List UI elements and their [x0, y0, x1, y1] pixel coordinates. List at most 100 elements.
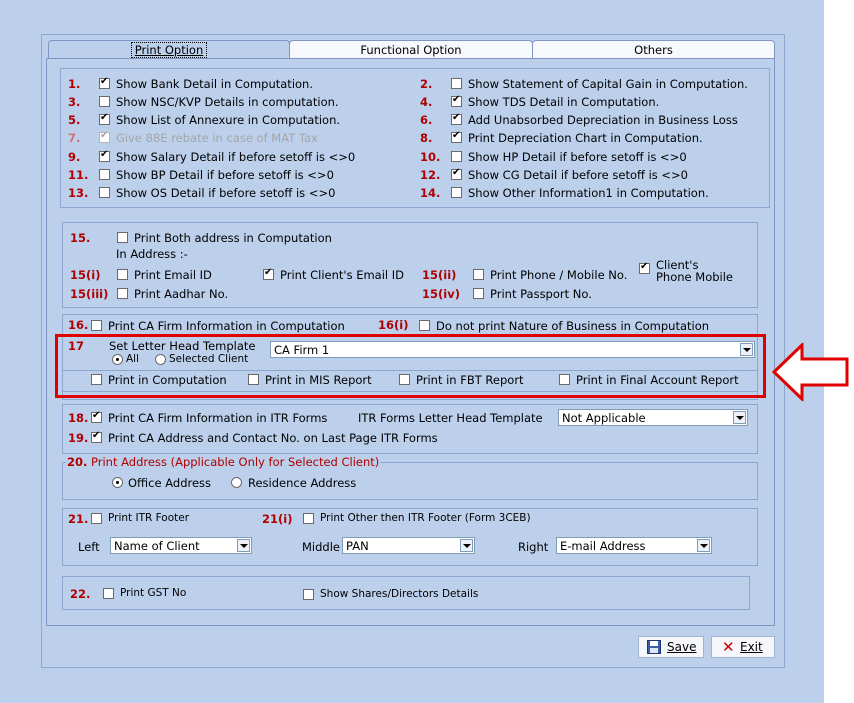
item-number: 16(i) [378, 318, 409, 332]
office-address-radio[interactable] [112, 477, 123, 488]
itr-template-dropdown[interactable]: Not Applicable [558, 409, 748, 426]
show-other-information-label: Show Other Information1 in Computation. [468, 186, 709, 200]
add-unabsorbed-depreciation-checkbox[interactable] [451, 112, 462, 125]
print-email-id-checkbox[interactable] [117, 269, 128, 280]
print-ca-firm-info-checkbox[interactable] [91, 320, 102, 331]
itr-template-value: Not Applicable [562, 411, 646, 425]
item-number: 19. [68, 431, 89, 445]
item-number: 18. [68, 411, 89, 425]
item-number: 7. [68, 131, 81, 145]
item-number: 8. [420, 131, 433, 145]
residence-address-label: Residence Address [248, 476, 357, 490]
item-number: 15(i) [70, 268, 101, 282]
item-number: 14. [420, 186, 441, 200]
give-88e-rebate-label: Give 88E rebate in case of MAT Tax [116, 131, 318, 145]
print-other-footer-label: Print Other then ITR Footer (Form 3CEB) [320, 512, 531, 524]
itr-template-label: ITR Forms Letter Head Template [358, 411, 543, 425]
print-ca-address-checkbox[interactable] [91, 430, 102, 443]
tab-print-option[interactable]: Print Option [48, 40, 290, 60]
add-unabsorbed-depreciation-label: Add Unabsorbed Depreciation in Business … [468, 113, 738, 127]
show-nsc-kvp-label: Show NSC/KVP Details in computation. [116, 95, 339, 109]
tab-functional-option[interactable]: Functional Option [289, 40, 533, 59]
item-number: 10. [420, 150, 441, 164]
chevron-down-icon[interactable] [733, 411, 746, 424]
left-label: Left [78, 540, 100, 554]
tab-others[interactable]: Others [532, 40, 775, 59]
print-ca-firm-itr-checkbox[interactable] [91, 410, 102, 423]
print-client-email-checkbox[interactable] [263, 267, 274, 280]
show-shares-directors-checkbox[interactable] [303, 589, 314, 600]
item-number: 13. [68, 186, 89, 200]
show-annexure-checkbox[interactable] [99, 112, 110, 125]
chevron-down-icon[interactable] [237, 539, 250, 552]
item-number: 21. [68, 512, 89, 526]
print-depreciation-chart-label: Print Depreciation Chart in Computation. [468, 131, 703, 145]
chevron-down-icon[interactable] [697, 539, 710, 552]
give-88e-rebate-checkbox [99, 130, 110, 143]
pointer-arrow-icon [772, 343, 849, 401]
print-both-address-checkbox[interactable] [117, 232, 128, 243]
exit-button[interactable]: ✕ Exit [711, 636, 775, 658]
print-itr-footer-checkbox[interactable] [91, 513, 102, 524]
print-other-footer-checkbox[interactable] [303, 513, 314, 524]
item-number: 9. [68, 150, 81, 164]
show-nsc-kvp-checkbox[interactable] [99, 96, 110, 107]
exit-button-label: Exit [740, 640, 763, 654]
print-ca-firm-info-label: Print CA Firm Information in Computation [108, 319, 345, 333]
right-label: Right [518, 540, 549, 554]
print-aadhar-label: Print Aadhar No. [134, 287, 229, 301]
show-hp-detail-label: Show HP Detail if before setoff is <>0 [468, 150, 687, 164]
show-bp-detail-checkbox[interactable] [99, 169, 110, 180]
item-number: 2. [420, 77, 433, 91]
item-number: 6. [420, 113, 433, 127]
show-tds-detail-checkbox[interactable] [451, 94, 462, 107]
print-passport-checkbox[interactable] [473, 288, 484, 299]
show-capital-gain-checkbox[interactable] [451, 78, 462, 89]
client-phone-mobile-checkbox[interactable] [639, 261, 650, 274]
no-nature-of-business-checkbox[interactable] [419, 320, 430, 331]
show-os-detail-checkbox[interactable] [99, 187, 110, 198]
print-phone-label: Print Phone / Mobile No. [490, 268, 628, 282]
left-footer-dropdown[interactable]: Name of Client [110, 537, 252, 554]
right-footer-dropdown[interactable]: E-mail Address [556, 537, 712, 554]
show-bp-detail-label: Show BP Detail if before setoff is <>0 [116, 168, 334, 182]
print-aadhar-checkbox[interactable] [117, 288, 128, 299]
save-button[interactable]: Save [638, 636, 704, 658]
highlight-box [55, 334, 766, 398]
show-cg-detail-checkbox[interactable] [451, 167, 462, 180]
residence-address-radio[interactable] [231, 477, 242, 488]
print-depreciation-chart-checkbox[interactable] [451, 130, 462, 143]
print-address-legend: 20. Print Address (Applicable Only for S… [66, 455, 381, 469]
print-gst-label: Print GST No [120, 587, 187, 599]
item-number: 16. [68, 318, 89, 332]
floppy-disk-icon [647, 640, 661, 654]
show-hp-detail-checkbox[interactable] [451, 151, 462, 162]
show-os-detail-label: Show OS Detail if before setoff is <>0 [116, 186, 336, 200]
print-client-email-label: Print Client's Email ID [280, 268, 405, 282]
show-capital-gain-label: Show Statement of Capital Gain in Comput… [468, 77, 748, 91]
middle-footer-dropdown[interactable]: PAN [342, 537, 475, 554]
office-address-label: Office Address [128, 476, 212, 490]
item-number: 15(iii) [70, 287, 109, 301]
show-other-information-checkbox[interactable] [451, 187, 462, 198]
item-number: 5. [68, 113, 81, 127]
in-address-label: In Address :- [116, 247, 188, 261]
right-footer-value: E-mail Address [560, 539, 646, 553]
item-number: 4. [420, 95, 433, 109]
item-number: 15(iv) [422, 287, 460, 301]
client-phone-label-line2: Phone Mobile [656, 270, 734, 284]
chevron-down-icon[interactable] [460, 539, 473, 552]
show-salary-detail-label: Show Salary Detail if before setoff is <… [116, 150, 356, 164]
show-cg-detail-label: Show CG Detail if before setoff is <>0 [468, 168, 688, 182]
print-email-id-label: Print Email ID [134, 268, 212, 282]
middle-label: Middle [302, 540, 340, 554]
print-gst-checkbox[interactable] [103, 588, 114, 599]
show-salary-detail-checkbox[interactable] [99, 149, 110, 162]
item-number: 15(ii) [422, 268, 457, 282]
print-itr-footer-label: Print ITR Footer [108, 512, 190, 524]
print-passport-label: Print Passport No. [490, 287, 592, 301]
show-bank-detail-checkbox[interactable] [99, 76, 110, 89]
no-nature-of-business-label: Do not print Nature of Business in Compu… [436, 319, 710, 333]
item-number: 1. [68, 77, 81, 91]
print-phone-checkbox[interactable] [473, 269, 484, 280]
